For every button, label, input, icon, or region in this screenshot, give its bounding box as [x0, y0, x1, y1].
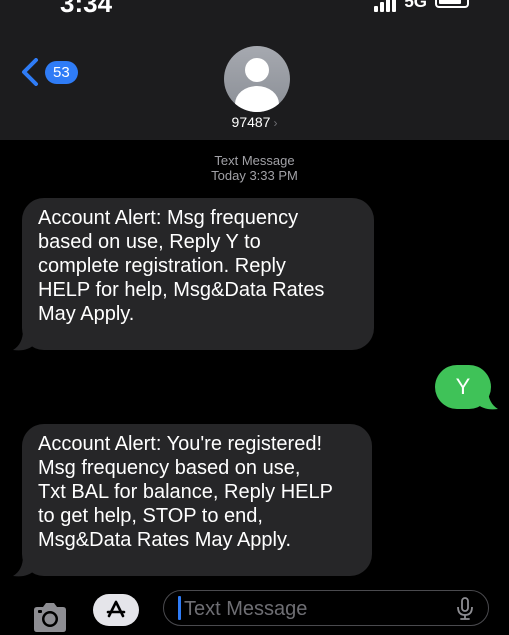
avatar-person-icon [245, 58, 269, 82]
conversation-header: 3:34 5G 53 97487 › [0, 0, 509, 140]
timestamp-label: Text Message [214, 153, 295, 168]
compose-bar: Text Message [0, 580, 509, 635]
battery-icon [435, 0, 469, 8]
incoming-message[interactable]: Account Alert: You're registered! Msg fr… [22, 424, 372, 576]
text-caret [178, 596, 181, 620]
network-label: 5G [404, 0, 427, 11]
back-button[interactable]: 53 [20, 58, 78, 86]
app-store-button[interactable] [93, 594, 139, 626]
thread-timestamp: Text Message Today 3:33 PM [0, 153, 509, 183]
message-line: HELP for help, Msg&Data Rates [38, 279, 325, 301]
messages-screen: 3:34 5G 53 97487 › Text Message Today 3:3… [0, 0, 509, 635]
avatar-shoulders [235, 86, 279, 112]
camera-icon[interactable] [30, 600, 70, 634]
message-input[interactable]: Text Message [163, 590, 489, 626]
status-time: 3:34 [60, 0, 113, 18]
message-line: Account Alert: Msg frequency [38, 207, 299, 229]
message-line: based on use, Reply Y to [38, 231, 261, 253]
message-line: to get help, STOP to end, [38, 505, 263, 527]
status-indicators: 5G [374, 0, 469, 12]
message-line: Txt BAL for balance, Reply HELP [38, 481, 333, 503]
message-line: May Apply. [38, 303, 135, 325]
unread-count-badge: 53 [45, 60, 78, 84]
input-placeholder: Text Message [184, 598, 308, 620]
signal-icon [374, 0, 397, 12]
chevron-left-icon [22, 58, 38, 86]
message-line: Msg&Data Rates May Apply. [38, 529, 292, 551]
microphone-icon[interactable] [456, 597, 474, 621]
message-line: Account Alert: You're registered! [38, 433, 322, 455]
contact-name[interactable]: 97487 › [0, 114, 509, 130]
message-line: Msg frequency based on use, [38, 457, 301, 479]
timestamp-time: Today 3:33 PM [211, 168, 298, 183]
message-line: complete registration. Reply [38, 255, 286, 277]
app-store-icon [106, 600, 126, 618]
chevron-right-icon: › [273, 116, 278, 130]
contact-number: 97487 [231, 114, 271, 130]
contact-avatar[interactable] [224, 46, 290, 112]
outgoing-message[interactable]: Y [435, 365, 491, 409]
incoming-message[interactable]: Account Alert: Msg frequency based on us… [22, 198, 374, 350]
message-line: Y [455, 374, 471, 399]
